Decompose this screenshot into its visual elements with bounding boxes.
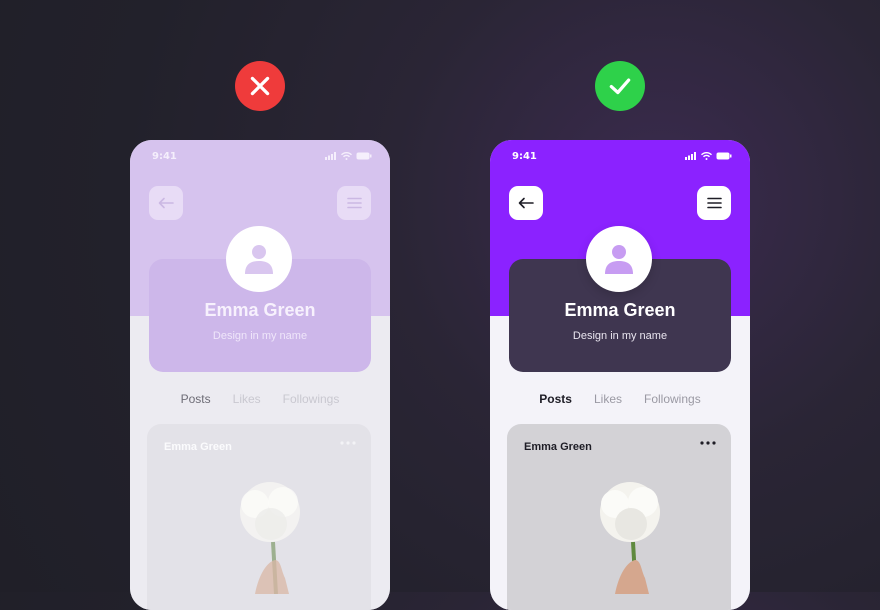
battery-icon xyxy=(356,152,372,160)
menu-button[interactable] xyxy=(697,186,731,220)
check-icon xyxy=(609,78,631,95)
more-options-icon[interactable] xyxy=(699,440,717,446)
wifi-icon xyxy=(341,152,352,160)
tab-posts[interactable]: Posts xyxy=(181,392,211,406)
post-card[interactable]: Emma Green xyxy=(507,424,731,610)
hamburger-icon xyxy=(706,197,722,209)
menu-button[interactable] xyxy=(337,186,371,220)
phone-mockup-good: 9:41 Emma Green Design in my name Posts … xyxy=(490,140,750,610)
tab-likes[interactable]: Likes xyxy=(233,392,261,406)
profile-tabs: Posts Likes Followings xyxy=(490,392,750,406)
tab-followings[interactable]: Followings xyxy=(644,392,701,406)
avatar[interactable] xyxy=(586,226,652,292)
status-time: 9:41 xyxy=(152,151,177,162)
avatar[interactable] xyxy=(226,226,292,292)
signal-icon xyxy=(325,152,336,160)
post-card[interactable]: Emma Green xyxy=(147,424,371,610)
system-icons xyxy=(325,152,372,160)
back-button[interactable] xyxy=(509,186,543,220)
x-icon xyxy=(250,76,270,96)
phone-mockup-bad: 9:41 Emma Green Design in my name Posts … xyxy=(130,140,390,610)
wifi-icon xyxy=(701,152,712,160)
profile-tagline: Design in my name xyxy=(572,330,668,342)
flower-photo xyxy=(600,482,660,594)
user-icon xyxy=(245,245,273,274)
battery-icon xyxy=(716,152,732,160)
user-icon xyxy=(605,245,633,274)
status-time: 9:41 xyxy=(512,151,537,162)
correct-badge xyxy=(595,61,645,111)
profile-name: Emma Green xyxy=(204,300,316,320)
more-options-icon[interactable] xyxy=(339,440,357,446)
tab-likes[interactable]: Likes xyxy=(594,392,622,406)
post-author: Emma Green xyxy=(524,441,592,453)
signal-icon xyxy=(685,152,696,160)
tab-posts[interactable]: Posts xyxy=(539,392,572,406)
incorrect-badge xyxy=(235,61,285,111)
flower-photo xyxy=(240,482,300,594)
profile-tagline: Design in my name xyxy=(212,330,308,342)
tab-followings[interactable]: Followings xyxy=(283,392,340,406)
profile-tabs: Posts Likes Followings xyxy=(130,392,390,406)
profile-name: Emma Green xyxy=(564,300,676,320)
hamburger-icon xyxy=(346,197,362,209)
back-button[interactable] xyxy=(149,186,183,220)
system-icons xyxy=(685,152,732,160)
arrow-left-icon xyxy=(158,197,174,209)
arrow-left-icon xyxy=(518,197,534,209)
post-author: Emma Green xyxy=(164,441,232,453)
